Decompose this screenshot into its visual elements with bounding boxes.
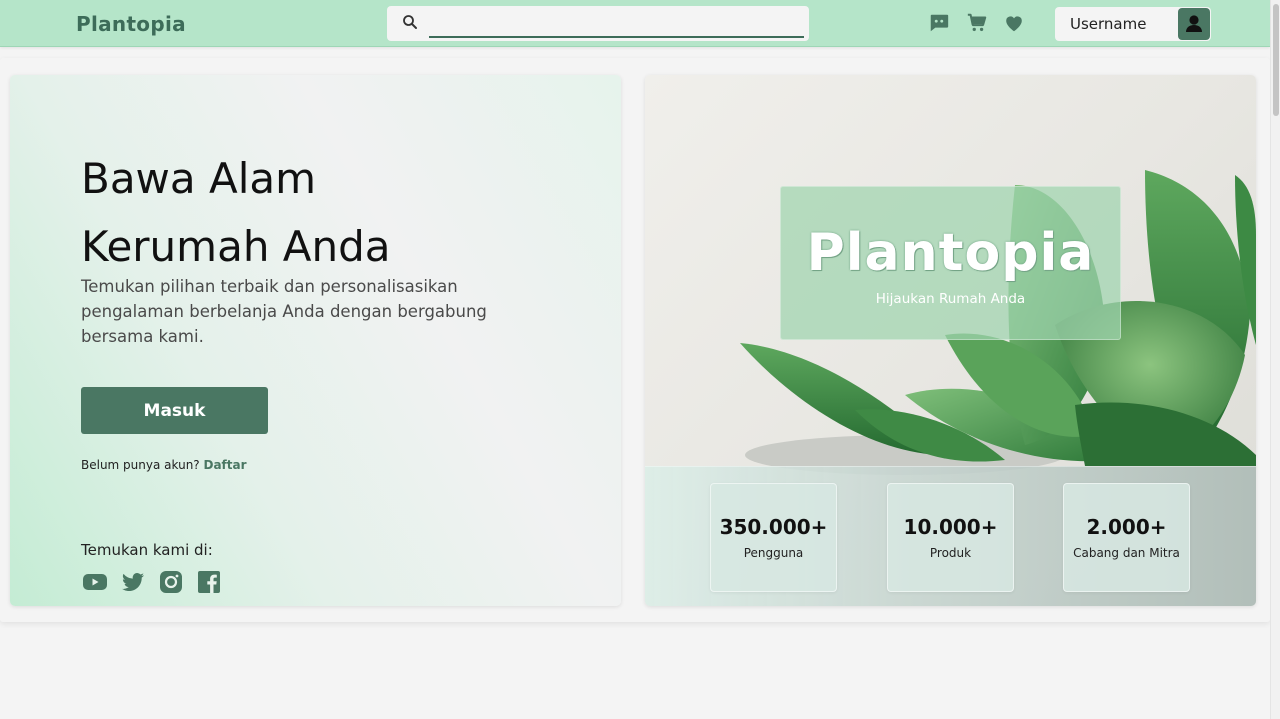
twitter-icon[interactable] (120, 569, 146, 595)
chat-icon[interactable] (928, 12, 950, 34)
hero-headline: Bawa Alam Kerumah Anda (81, 145, 391, 281)
hero-intro-card: Bawa Alam Kerumah Anda Temukan pilihan t… (10, 75, 621, 606)
stat-value: 2.000+ (1086, 515, 1167, 539)
stat-label: Cabang dan Mitra (1073, 546, 1180, 560)
stat-label: Pengguna (743, 546, 804, 560)
register-prompt-text: Belum punya akun? (81, 458, 200, 472)
user-menu[interactable]: Username (1055, 7, 1211, 41)
username-label: Username (1070, 15, 1147, 33)
headline-line-1: Bawa Alam (81, 154, 317, 203)
youtube-icon[interactable] (82, 569, 108, 595)
stat-value: 350.000+ (719, 515, 828, 539)
stat-card-branches: 2.000+ Cabang dan Mitra (1063, 483, 1190, 592)
heart-icon[interactable] (1003, 12, 1025, 34)
cart-icon[interactable] (966, 12, 988, 34)
headline-line-2: Kerumah Anda (81, 222, 391, 271)
brand-logo[interactable]: Plantopia (76, 12, 186, 36)
facebook-icon[interactable] (196, 569, 222, 595)
page-scrollbar[interactable] (1270, 0, 1280, 719)
instagram-icon[interactable] (158, 569, 184, 595)
search-icon[interactable] (401, 13, 419, 31)
showcase-brand-title: Plantopia (806, 223, 1095, 283)
hero-section: Bawa Alam Kerumah Anda Temukan pilihan t… (0, 58, 1270, 622)
register-link[interactable]: Daftar (204, 458, 247, 472)
stats-band: 350.000+ Pengguna 10.000+ Produk 2.000+ … (645, 466, 1256, 606)
hero-subtext: Temukan pilihan terbaik dan personalisas… (81, 277, 487, 346)
navbar: Plantopia Username (0, 0, 1270, 47)
find-us-label: Temukan kami di: (81, 541, 213, 559)
showcase-tagline: Hijaukan Rumah Anda (875, 291, 1026, 307)
login-button[interactable]: Masuk (81, 387, 268, 434)
stat-value: 10.000+ (903, 515, 998, 539)
hero-showcase: Plantopia Hijaukan Rumah Anda 350.000+ P… (645, 75, 1256, 606)
search-bar (387, 6, 809, 41)
user-icon (1186, 15, 1202, 32)
scrollbar-thumb[interactable] (1273, 4, 1279, 116)
register-prompt: Belum punya akun? Daftar (81, 458, 247, 472)
avatar[interactable] (1178, 8, 1210, 40)
stat-label: Produk (929, 546, 972, 560)
stat-card-users: 350.000+ Pengguna (710, 483, 837, 592)
search-input[interactable] (429, 12, 804, 38)
stat-card-products: 10.000+ Produk (887, 483, 1014, 592)
showcase-brand-card: Plantopia Hijaukan Rumah Anda (780, 186, 1121, 340)
